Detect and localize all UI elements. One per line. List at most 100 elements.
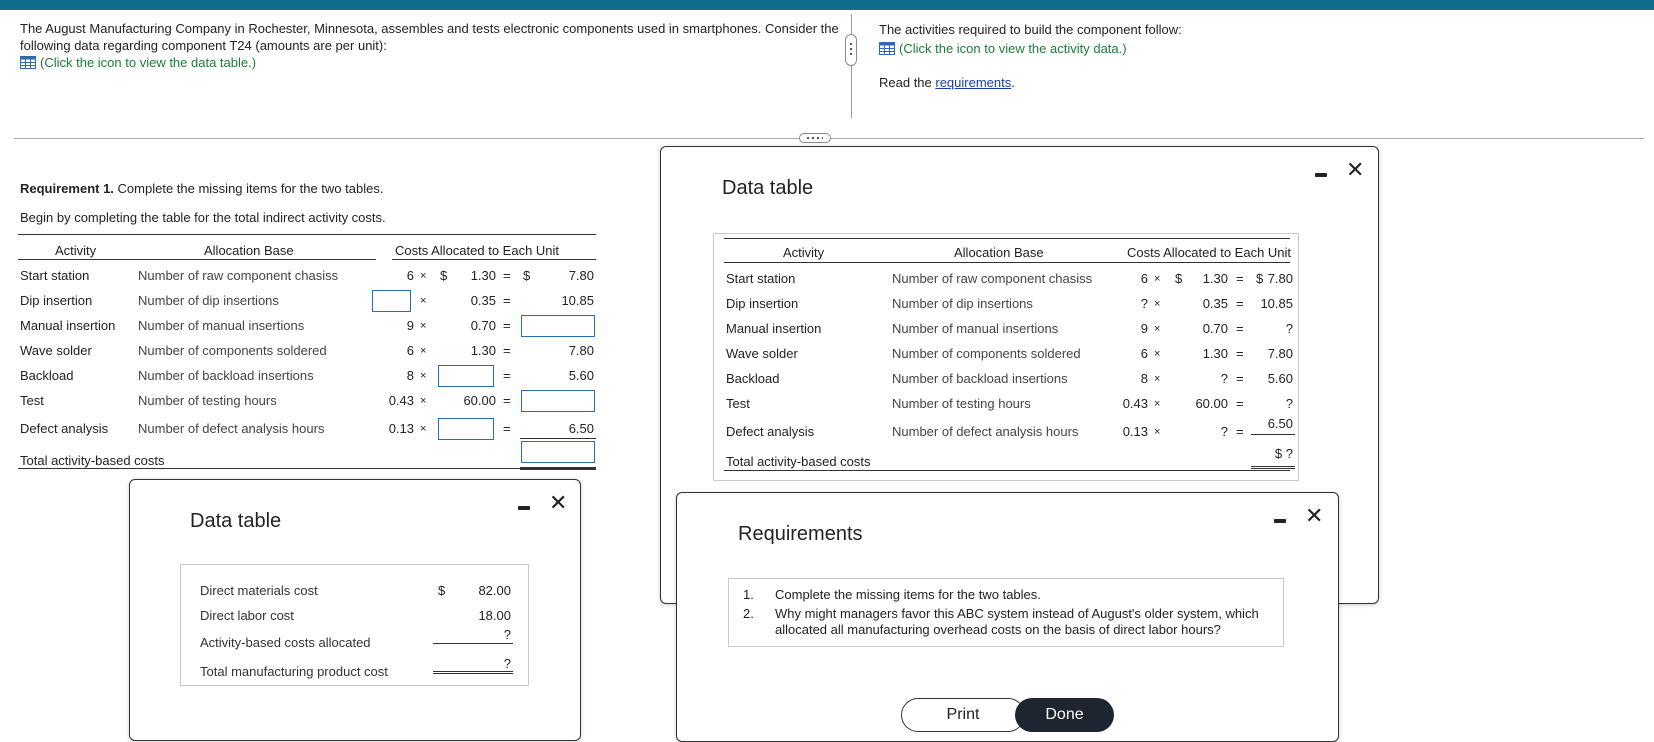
- quantity: 6: [406, 343, 414, 358]
- rate-input[interactable]: [438, 365, 494, 387]
- quantity: 0.13: [388, 421, 414, 436]
- rate-input[interactable]: [438, 418, 494, 440]
- requirement-subtext: Begin by completing the table for the to…: [20, 210, 386, 225]
- times-sign: ×: [420, 423, 427, 435]
- allocation-base: Number of testing hours: [138, 393, 277, 408]
- close-icon[interactable]: ✕: [549, 492, 567, 514]
- times-sign: ×: [420, 295, 427, 307]
- allocated-cost: 7.80: [568, 343, 594, 358]
- allocation-base: Number of defect analysis hours: [138, 421, 325, 436]
- activity-name: Wave solder: [20, 343, 92, 358]
- data-table-link[interactable]: (Click the icon to view the data table.): [20, 55, 256, 70]
- cost-label: Direct labor cost: [200, 608, 294, 623]
- activity-name: Dip insertion: [726, 296, 799, 311]
- requirements-link[interactable]: requirements: [935, 75, 1011, 90]
- total-rule: [18, 468, 596, 469]
- close-icon[interactable]: ✕: [1305, 505, 1323, 527]
- equals-sign: =: [1236, 321, 1244, 336]
- requirement-text-1: Complete the missing items for the two t…: [775, 587, 1041, 602]
- horizontal-split-handle[interactable]: [799, 133, 831, 143]
- allocation-base: Number of raw component chasiss: [138, 268, 339, 283]
- requirement-label: Requirement 1.: [20, 181, 114, 196]
- activity-name: Wave solder: [726, 346, 798, 361]
- activity-name: Start station: [726, 271, 796, 286]
- cost-value: 82.00: [478, 583, 511, 598]
- times-sign: ×: [420, 395, 427, 407]
- allocation-base: Number of testing hours: [892, 396, 1031, 411]
- requirement-heading: Requirement 1. Complete the missing item…: [20, 181, 383, 196]
- activity-data-link[interactable]: (Click the icon to view the activity dat…: [879, 41, 1127, 56]
- rate: 0.35: [1202, 296, 1228, 311]
- equals-sign: =: [1236, 396, 1244, 411]
- header-allocation-base: Allocation Base: [954, 245, 1044, 260]
- allocation-base: Number of dip insertions: [138, 293, 279, 308]
- allocated-cost: 6.50: [1267, 416, 1293, 431]
- allocated-cost: ?: [1285, 321, 1293, 336]
- header-costs-allocated: Costs Allocated to Each Unit: [1127, 245, 1292, 260]
- header-activity: Activity: [783, 245, 825, 260]
- close-icon[interactable]: ✕: [1346, 159, 1364, 181]
- equals-sign: =: [1236, 271, 1244, 286]
- quantity-input[interactable]: [372, 290, 411, 312]
- equals-sign: =: [503, 268, 511, 283]
- times-sign: ×: [1154, 398, 1161, 410]
- minimize-icon[interactable]: [518, 506, 530, 510]
- allocated-cost-input[interactable]: [521, 315, 595, 337]
- equals-sign: =: [1236, 296, 1244, 311]
- header-rule-base: [136, 259, 376, 260]
- quantity: 6: [406, 268, 414, 283]
- minimize-icon[interactable]: [1315, 173, 1327, 177]
- activity-name: Dip insertion: [20, 293, 93, 308]
- currency-sign: $: [523, 268, 531, 283]
- header-allocation-base: Allocation Base: [204, 243, 294, 258]
- subtotal-rule: [1251, 434, 1295, 435]
- minimize-icon[interactable]: [1274, 519, 1286, 523]
- dialog-title: Data table: [190, 510, 282, 532]
- table-top-rule: [724, 238, 1290, 239]
- total-label: Total activity-based costs: [726, 454, 871, 469]
- subtotal-rule: [520, 438, 596, 439]
- quantity: ?: [1140, 296, 1148, 311]
- equals-sign: =: [503, 293, 511, 308]
- read-prefix: Read the: [879, 75, 936, 90]
- allocated-cost: 6.50: [568, 421, 594, 436]
- quantity: 8: [406, 368, 414, 383]
- equals-sign: =: [1236, 371, 1244, 386]
- allocated-cost-input[interactable]: [521, 390, 595, 412]
- done-button[interactable]: Done: [1015, 698, 1114, 732]
- rate: 0.35: [470, 293, 496, 308]
- requirement-num-1: 1.: [743, 587, 754, 602]
- allocation-base: Number of defect analysis hours: [892, 424, 1079, 439]
- intro-text: The August Manufacturing Company in Roch…: [20, 21, 839, 53]
- allocated-cost: 7.80: [1267, 346, 1293, 361]
- rate: 0.70: [470, 318, 496, 333]
- times-sign: ×: [420, 345, 427, 357]
- cost-label: Direct materials cost: [200, 583, 318, 598]
- total-cost-input[interactable]: [521, 441, 595, 463]
- print-button[interactable]: Print: [901, 698, 1025, 732]
- times-sign: ×: [420, 370, 427, 382]
- rate: ?: [1220, 424, 1228, 439]
- requirement-text-2: Why might managers favor this ABC system…: [775, 606, 1259, 637]
- equals-sign: =: [503, 318, 511, 333]
- activity-data-box: Activity Allocation Base Costs Allocated t…: [713, 233, 1299, 481]
- allocated-cost: 10.85: [561, 293, 594, 308]
- bottom-rule: [724, 470, 1290, 471]
- times-sign: ×: [420, 270, 427, 282]
- rate: 60.00: [463, 393, 496, 408]
- double-rule: [520, 467, 596, 470]
- activity-name: Start station: [20, 268, 90, 283]
- vertical-split-handle[interactable]: [845, 34, 857, 66]
- times-sign: ×: [1154, 373, 1161, 385]
- allocation-base: Number of backload insertions: [138, 368, 314, 383]
- times-sign: ×: [1154, 298, 1161, 310]
- times-sign: ×: [420, 320, 427, 332]
- allocation-base: Number of components soldered: [892, 346, 1081, 361]
- activity-name: Backload: [726, 371, 780, 386]
- activity-name: Test: [726, 396, 750, 411]
- allocated-cost: 5.60: [1267, 371, 1293, 386]
- currency-sign: $: [440, 268, 448, 283]
- double-rule: [1251, 466, 1295, 469]
- table-icon: [879, 42, 895, 55]
- equals-sign: =: [503, 421, 511, 436]
